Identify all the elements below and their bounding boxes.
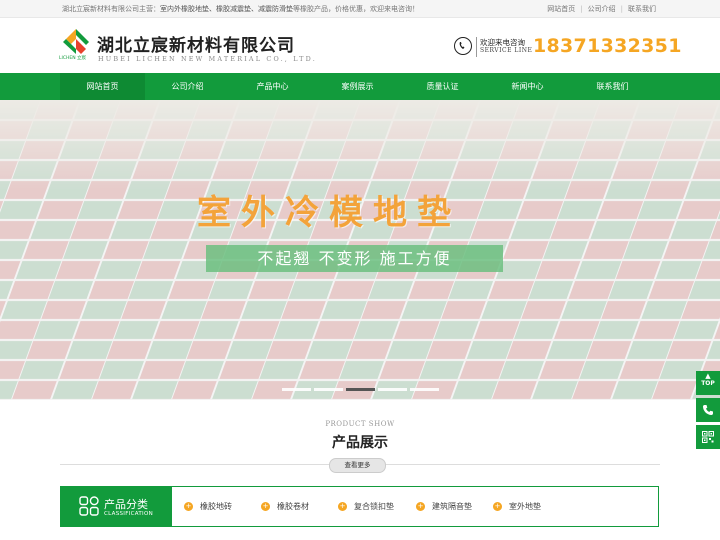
category-item[interactable]: + 橡胶卷材 xyxy=(261,501,309,513)
phone-icon xyxy=(703,405,713,415)
nav-item-news[interactable]: 新闻中心 xyxy=(485,73,570,100)
top-link-contact[interactable]: 联系我们 xyxy=(628,5,656,13)
phone-icon xyxy=(454,37,472,55)
nav-item-products[interactable]: 产品中心 xyxy=(230,73,315,100)
slider-dot[interactable] xyxy=(378,388,407,391)
slider-dot[interactable] xyxy=(282,388,311,391)
nav-item-home[interactable]: 网站首页 xyxy=(60,73,145,100)
main-nav: 网站首页 公司介绍 产品中心 案例展示 质量认证 新闻中心 联系我们 xyxy=(0,73,720,100)
plus-icon: + xyxy=(261,502,270,511)
plus-icon: + xyxy=(184,502,193,511)
category-title: 产品分类 xyxy=(104,498,148,511)
top-link-home[interactable]: 网站首页 xyxy=(547,5,575,13)
site-header: LICHEN 立宸 湖北立宸新材料有限公司 HUBEI LICHEN NEW M… xyxy=(0,18,720,73)
nav-item-certification[interactable]: 质量认证 xyxy=(400,73,485,100)
back-to-top-button[interactable]: ▲ TOP xyxy=(696,371,720,395)
category-item[interactable]: + 室外地垫 xyxy=(493,501,541,513)
banner-subtitle: 不起翘 不变形 施工方便 xyxy=(257,249,452,268)
plus-icon: + xyxy=(493,502,502,511)
category-title-en: CLASSIFICATION xyxy=(104,511,153,517)
product-category-bar: 产品分类 CLASSIFICATION + 橡胶地砖 + 橡胶卷材 + 复合锁扣垫 +… xyxy=(60,486,659,527)
company-name-en: HUBEI LICHEN NEW MATERIAL CO., LTD. xyxy=(98,55,317,63)
company-intro: 湖北立宸新材料有限公司主营：室内外橡胶地垫、橡胶减震垫、减震防滑垫等橡胶产品，价… xyxy=(62,5,419,13)
phone-button[interactable] xyxy=(696,398,720,422)
plus-icon: + xyxy=(416,502,425,511)
slider-dot-active[interactable] xyxy=(346,388,375,391)
logo-text: LICHEN 立宸 xyxy=(59,56,86,61)
nav-item-about[interactable]: 公司介绍 xyxy=(145,73,230,100)
category-item[interactable]: + 复合锁扣垫 xyxy=(338,501,394,513)
slider-dot[interactable] xyxy=(410,388,439,391)
top-links: 网站首页 | 公司介绍 | 联系我们 xyxy=(547,5,656,13)
category-item[interactable]: + 橡胶地砖 xyxy=(184,501,232,513)
slider-dot[interactable] xyxy=(314,388,343,391)
section-title: 产品展示 xyxy=(332,435,388,451)
company-logo[interactable]: LICHEN 立宸 xyxy=(59,28,90,62)
banner-title: 室外冷模地垫 xyxy=(197,193,461,233)
service-label-en: SERVICE LINE xyxy=(480,47,533,54)
category-header: 产品分类 CLASSIFICATION xyxy=(61,487,172,526)
hero-banner[interactable]: 室外冷模地垫 不起翘 不变形 施工方便 xyxy=(0,100,720,400)
nav-item-cases[interactable]: 案例展示 xyxy=(315,73,400,100)
arrow-up-icon: ▲ xyxy=(705,372,711,380)
grid-icon xyxy=(79,496,99,516)
nav-item-contact[interactable]: 联系我们 xyxy=(570,73,655,100)
section-title-en: PRODUCT SHOW xyxy=(325,420,395,428)
view-more-button[interactable]: 查看更多 xyxy=(329,458,386,473)
top-bar: 湖北立宸新材料有限公司主营：室内外橡胶地垫、橡胶减震垫、减震防滑垫等橡胶产品，价… xyxy=(0,0,720,18)
plus-icon: + xyxy=(338,502,347,511)
service-phone-number[interactable]: 18371332351 xyxy=(533,35,682,57)
company-name: 湖北立宸新材料有限公司 xyxy=(97,36,295,56)
category-item[interactable]: + 建筑隔音垫 xyxy=(416,501,472,513)
top-link-about[interactable]: 公司介绍 xyxy=(588,5,616,13)
